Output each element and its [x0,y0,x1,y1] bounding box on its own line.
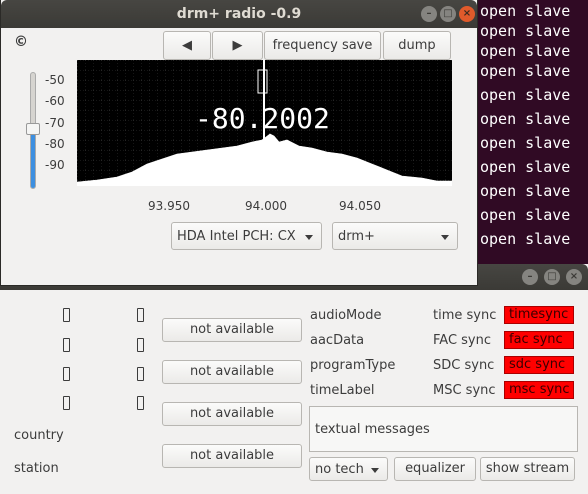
service-button-2[interactable]: not available [162,360,302,384]
next-button[interactable]: ▶ [212,31,263,60]
time-sync-label: time sync [433,308,497,323]
gain-slider[interactable] [26,72,40,189]
minimize-icon[interactable]: – [421,6,437,22]
window-title: drm+ radio -0.9 [176,6,302,22]
time-label-label: timeLabel [310,383,375,398]
terminal-line: open slave [480,158,571,176]
segment-digit [137,308,144,322]
segment-digit [63,396,70,410]
terminal-line: open slave [480,42,571,60]
fac-sync-label: FAC sync [433,333,492,348]
equalizer-button[interactable]: equalizer [394,457,476,481]
spectrum-display[interactable]: -80.2002 [77,60,452,186]
terminal-line: open slave [480,110,571,128]
fac-sync-indicator: fac sync [504,331,574,349]
aac-data-label: aacData [310,333,365,348]
x-tick-label: 94.000 [245,199,287,213]
country-label: country [14,428,64,443]
terminal-line: open slave [480,206,571,224]
segment-digit [63,308,70,322]
mode-value: drm+ [338,229,375,244]
msc-sync-indicator: msc sync [504,381,574,399]
x-tick-label: 93.950 [148,199,190,213]
service-button-3[interactable]: not available [162,402,302,426]
y-tick-label: -80 [45,137,65,151]
y-tick-label: -60 [45,94,65,108]
audio-device-value: HDA Intel PCH: CX [177,229,296,244]
main-window: drm+ radio -0.9 – □ × © ◀ ▶ frequency sa… [0,0,478,286]
triangle-right-icon: ▶ [232,38,243,53]
textual-messages-box: textual messages [309,406,578,452]
signal-level-readout: -80.2002 [195,102,330,135]
terminal-line: open slave [480,134,571,152]
segment-digit [137,367,144,381]
maximize-icon[interactable]: □ [544,269,560,285]
x-tick-label: 94.050 [339,199,381,213]
sdc-sync-indicator: sdc sync [504,356,574,374]
chevron-down-icon [371,468,379,473]
frequency-save-button[interactable]: frequency save [264,31,381,60]
y-tick-label: -50 [45,73,65,87]
minimize-icon[interactable]: – [522,269,538,285]
audio-device-select[interactable]: HDA Intel PCH: CX [171,222,322,250]
segment-digit [63,367,70,381]
segment-digit [63,338,70,352]
program-type-label: programType [310,358,396,373]
sdc-sync-label: SDC sync [433,358,495,373]
terminal-line: open slave [480,86,571,104]
gain-slider-handle[interactable] [26,123,40,135]
copyright-label: © [14,34,28,50]
terminal-line: open slave [480,182,571,200]
gain-slider-fill [31,129,35,188]
dump-button[interactable]: dump [383,31,451,60]
terminal-line: open slave [480,2,571,20]
time-sync-indicator: timesync [504,306,574,324]
close-icon[interactable]: × [459,6,475,22]
chevron-down-icon [441,235,449,240]
service-button-1[interactable]: not available [162,318,302,342]
chevron-down-icon [305,235,313,240]
terminal-line: open slave [480,22,571,40]
station-label: station [14,461,59,476]
y-tick-label: -70 [45,116,65,130]
close-icon[interactable]: × [566,269,582,285]
tech-select[interactable]: no tech [309,457,388,481]
main-titlebar: drm+ radio -0.9 – □ × [1,0,477,28]
service-button-4[interactable]: not available [162,444,302,468]
segment-digit [137,396,144,410]
msc-sync-label: MSC sync [433,383,496,398]
terminal-line: open slave [480,62,571,80]
terminal-line: open slave [480,230,571,248]
maximize-icon[interactable]: □ [440,6,456,22]
textual-messages-text: textual messages [315,422,430,437]
audio-mode-label: audioMode [310,308,382,323]
tech-select-value: no tech [315,462,364,477]
mode-select[interactable]: drm+ [332,222,458,250]
segment-digit [137,338,144,352]
triangle-left-icon: ◀ [182,38,192,53]
show-stream-button[interactable]: show stream [480,457,575,481]
previous-button[interactable]: ◀ [163,31,211,60]
y-tick-label: -90 [45,158,65,172]
